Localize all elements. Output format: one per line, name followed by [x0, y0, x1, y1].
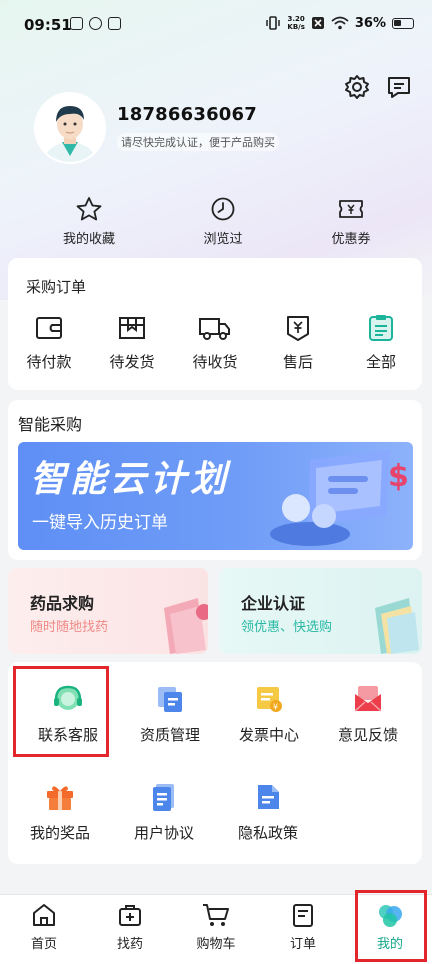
- feature-subtitle: 随时随地找药: [30, 620, 109, 635]
- service-label: 我的奖品: [29, 824, 90, 842]
- wifi-icon: [331, 16, 349, 30]
- star-icon: [76, 197, 102, 221]
- feature-title: 药品求购: [30, 594, 95, 613]
- quick-link-label: 优惠券: [331, 232, 371, 247]
- tab-label: 订单: [289, 937, 316, 952]
- agreement-icon: [153, 784, 174, 811]
- banner-illustration-icon: $: [270, 450, 409, 546]
- invoice-icon: ¥: [257, 687, 282, 712]
- tab-label: 找药: [116, 937, 143, 952]
- status-bar: 09:51 3.20 KB/s 36%: [0, 0, 432, 52]
- message-icon[interactable]: [386, 74, 412, 100]
- order-pending-shipment[interactable]: 待发货: [97, 314, 167, 372]
- net-speed: 3.20 KB/s: [287, 15, 305, 31]
- drug-request-illustration-icon: [164, 598, 208, 654]
- quick-link-history[interactable]: 浏览过: [178, 196, 268, 247]
- medicine-box-icon: [119, 905, 141, 926]
- drug-request-card[interactable]: 药品求购 随时随地找药: [8, 568, 208, 654]
- truck-icon: [199, 318, 230, 340]
- status-time: 09:51: [24, 16, 72, 34]
- avatar[interactable]: [36, 94, 104, 162]
- service-label: 发票中心: [238, 726, 299, 744]
- battery-icon: [392, 17, 414, 29]
- quick-link-label: 浏览过: [203, 232, 243, 247]
- tab-me-highlight: [355, 890, 427, 962]
- tab-home[interactable]: 首页: [8, 901, 80, 952]
- tab-orders[interactable]: 订单: [267, 901, 339, 952]
- order-item-label: 待付款: [26, 353, 72, 371]
- quick-link-favorites[interactable]: 我的收藏: [44, 196, 134, 247]
- customer-support-highlight: [13, 666, 109, 757]
- after-sale-icon: [287, 316, 309, 341]
- service-label: 资质管理: [139, 726, 200, 744]
- cart-icon: [203, 904, 229, 926]
- service-label: 意见反馈: [337, 726, 398, 744]
- feature-title: 企业认证: [241, 594, 306, 613]
- orders-card: 采购订单 待付款 待发货 待收货 售后 全部: [8, 258, 422, 390]
- quick-links: 我的收藏 浏览过 优惠券: [0, 196, 432, 252]
- service-invoice-center[interactable]: ¥ 发票中心: [219, 684, 319, 745]
- svg-text:¥: ¥: [273, 703, 278, 712]
- service-user-agreement[interactable]: 用户协议: [114, 782, 214, 843]
- tab-label: 首页: [30, 937, 57, 952]
- tab-find-medicine[interactable]: 找药: [94, 901, 166, 952]
- notification-icon: [89, 17, 102, 30]
- quick-link-label: 我的收藏: [62, 232, 115, 247]
- banner-subtitle: 一键导入历史订单: [32, 513, 168, 533]
- tab-label: 购物车: [196, 937, 236, 952]
- banner-title: 智能云计划: [30, 459, 231, 500]
- privacy-icon: [258, 785, 279, 809]
- service-label: 用户协议: [133, 824, 194, 842]
- notification-icon: [70, 17, 83, 30]
- order-item-label: 全部: [365, 353, 396, 371]
- order-all[interactable]: 全部: [346, 314, 416, 372]
- service-label: 隐私政策: [237, 824, 298, 842]
- notification-icon: [108, 17, 121, 30]
- doctor-avatar-icon: [36, 94, 104, 162]
- service-privacy-policy[interactable]: 隐私政策: [218, 782, 318, 843]
- gift-icon: [47, 786, 73, 810]
- order-item-label: 售后: [282, 353, 313, 371]
- smart-purchase-card: 智能采购 智能云计划 一键导入历史订单 $: [8, 400, 422, 560]
- user-phone: 18786636067: [117, 104, 257, 125]
- enterprise-auth-illustration-icon: [375, 598, 419, 654]
- order-pending-payment[interactable]: 待付款: [14, 314, 84, 372]
- smart-cloud-banner[interactable]: 智能云计划 一键导入历史订单 $: [18, 442, 413, 550]
- feature-subtitle: 领优惠、快选购: [241, 620, 333, 635]
- wallet-icon: [36, 317, 62, 339]
- coupon-icon: [339, 200, 363, 218]
- order-pending-receipt[interactable]: 待收货: [180, 314, 250, 372]
- service-feedback[interactable]: 意见反馈: [318, 684, 418, 745]
- feedback-icon: [354, 686, 382, 712]
- service-my-prizes[interactable]: 我的奖品: [10, 782, 110, 843]
- clipboard-icon: [369, 315, 393, 341]
- order-item-label: 待发货: [109, 353, 155, 371]
- vibrate-icon: [266, 16, 281, 30]
- svg-text:$: $: [388, 459, 409, 494]
- auth-hint[interactable]: 请尽快完成认证，便于产品购买: [117, 133, 279, 151]
- enterprise-auth-card[interactable]: 企业认证 领优惠、快选购: [219, 568, 422, 654]
- quick-link-coupons[interactable]: 优惠券: [306, 196, 396, 247]
- status-right: 3.20 KB/s 36%: [265, 15, 414, 31]
- battery-text: 36%: [354, 15, 386, 31]
- gear-icon[interactable]: [344, 74, 370, 100]
- clock-icon: [211, 197, 235, 221]
- order-icon: [293, 904, 313, 927]
- order-item-label: 待收货: [192, 353, 238, 371]
- service-qualification[interactable]: 资质管理: [120, 684, 220, 745]
- tab-cart[interactable]: 购物车: [180, 901, 252, 952]
- sim-icon: [311, 17, 324, 29]
- order-after-sale[interactable]: 售后: [263, 314, 333, 372]
- status-notification-icons: [70, 17, 121, 30]
- smart-purchase-title: 智能采购: [18, 415, 83, 434]
- home-icon: [33, 904, 55, 926]
- qualification-icon: [158, 687, 182, 712]
- orders-title: 采购订单: [26, 278, 87, 296]
- box-icon: [119, 317, 145, 339]
